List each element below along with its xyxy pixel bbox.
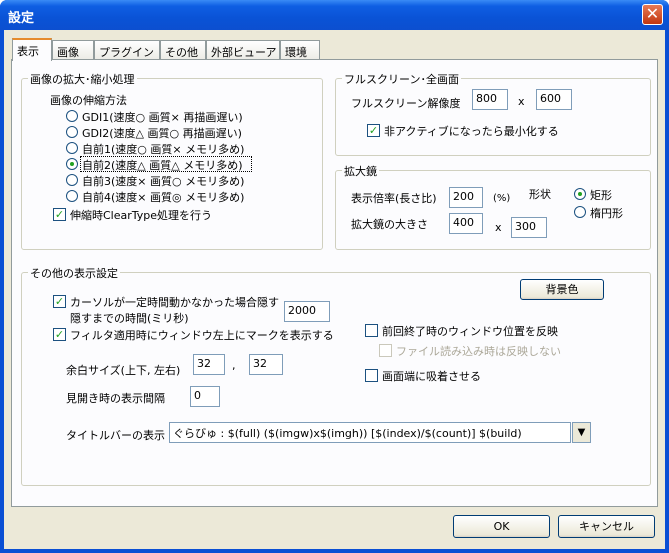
- fullscreen-group: フルスクリーン･全画面 フルスクリーン解像度 800 x 600 ✓ 非アクティ…: [335, 71, 651, 156]
- radio-gdi1[interactable]: [66, 110, 78, 122]
- chevron-down-icon[interactable]: ▼: [572, 422, 591, 443]
- background-color-button[interactable]: 背景色: [520, 279, 604, 300]
- radio-shape-ellipse[interactable]: [574, 206, 586, 218]
- radio-label: 自前4(速度× 画質◎ メモリ多め): [82, 191, 245, 204]
- hide-time-input[interactable]: 2000: [284, 301, 330, 322]
- hide-cursor-checkbox[interactable]: ✓: [53, 295, 66, 308]
- radio-self1[interactable]: [66, 142, 78, 154]
- tab-label: 環境: [285, 46, 307, 59]
- radio-label: 自前2(速度△ 画質△ メモリ多め): [82, 159, 243, 172]
- restore-position-checkbox[interactable]: [365, 324, 378, 337]
- spread-input[interactable]: 0: [190, 386, 220, 407]
- tab-label: プラグイン: [99, 46, 154, 59]
- method-title: 画像の伸縮方法: [50, 94, 127, 107]
- no-restore-on-file-checkbox[interactable]: [379, 344, 392, 357]
- tab-label: 外部ビューア: [211, 46, 277, 59]
- zoom-input[interactable]: 200: [449, 187, 483, 208]
- shape-rect-label: 矩形: [590, 189, 612, 202]
- tab-label: その他: [165, 46, 198, 59]
- size-height-input[interactable]: 300: [511, 217, 547, 238]
- comma-separator: ,: [232, 359, 236, 372]
- minimize-checkbox[interactable]: ✓: [367, 124, 380, 137]
- x-separator: x: [495, 221, 502, 234]
- fullscreen-height-input[interactable]: 600: [536, 89, 572, 110]
- tab-other[interactable]: その他: [160, 40, 206, 60]
- margin-horizontal-input[interactable]: 32: [249, 354, 283, 375]
- tab-image[interactable]: 画像: [52, 40, 94, 60]
- magnifier-group-title: 拡大鏡: [342, 163, 379, 179]
- size-label: 拡大鏡の大きさ: [351, 218, 428, 231]
- radio-self2[interactable]: [66, 158, 78, 170]
- window-title: 設定: [8, 11, 35, 26]
- resolution-label: フルスクリーン解像度: [351, 97, 461, 110]
- hide-time-label: 隠すまでの時間(ミリ秒): [70, 312, 189, 325]
- shape-ellipse-label: 楕円形: [590, 207, 623, 220]
- minimize-label: 非アクティブになったら最小化する: [384, 125, 559, 138]
- titlebar-label: タイトルバーの表示: [66, 429, 165, 442]
- dialog-client: 表示 画像 プラグイン その他 外部ビューア 環境 画像の拡大･縮小処理 画像の…: [4, 30, 665, 549]
- ok-button[interactable]: OK: [453, 515, 550, 538]
- cancel-button[interactable]: キャンセル: [558, 515, 655, 538]
- fullscreen-width-input[interactable]: 800: [472, 89, 508, 110]
- close-icon[interactable]: ✕: [642, 4, 663, 25]
- x-separator: x: [518, 95, 525, 108]
- other-group-title: その他の表示設定: [28, 265, 120, 281]
- hide-cursor-label: カーソルが一定時間動かなかった場合隠す: [70, 296, 279, 309]
- cleartype-checkbox[interactable]: ✓: [53, 208, 66, 221]
- other-display-group: その他の表示設定 ✓ カーソルが一定時間動かなかった場合隠す 隠すまでの時間(ミ…: [21, 265, 651, 486]
- tab-label: 表示: [17, 45, 39, 58]
- titlebar-format-combobox[interactable]: ぐらびゅ : $(full) ($(imgw)x$(imgh)) [$(inde…: [169, 422, 571, 443]
- shape-label: 形状: [529, 188, 551, 201]
- radio-label: 自前1(速度○ 画質× メモリ多め): [82, 143, 245, 156]
- titlebar-format-value: ぐらびゅ : $(full) ($(imgw)x$(imgh)) [$(inde…: [173, 427, 522, 440]
- title-bar[interactable]: 設定 ✕: [0, 0, 669, 30]
- tab-environment[interactable]: 環境: [280, 40, 320, 60]
- radio-gdi2[interactable]: [66, 126, 78, 138]
- scaling-group: 画像の拡大･縮小処理 画像の伸縮方法 GDI1(速度○ 画質× 再描画遅い) G…: [21, 71, 323, 250]
- radio-self3[interactable]: [66, 174, 78, 186]
- tab-label: 画像: [57, 46, 79, 59]
- margin-vertical-input[interactable]: 32: [193, 354, 225, 375]
- radio-self4[interactable]: [66, 190, 78, 202]
- snap-edge-label: 画面端に吸着させる: [382, 370, 481, 383]
- radio-label: GDI1(速度○ 画質× 再描画遅い): [82, 111, 243, 124]
- restore-position-label: 前回終了時のウィンドウ位置を反映: [382, 325, 558, 338]
- no-restore-on-file-label: ファイル読み込み時は反映しない: [396, 345, 561, 358]
- tab-external-viewer[interactable]: 外部ビューア: [206, 40, 280, 60]
- radio-shape-rect[interactable]: [574, 188, 586, 200]
- snap-edge-checkbox[interactable]: [365, 369, 378, 382]
- fullscreen-group-title: フルスクリーン･全画面: [342, 71, 461, 87]
- margin-label: 余白サイズ(上下, 左右): [66, 364, 181, 377]
- zoom-label: 表示倍率(長さ比): [351, 192, 437, 205]
- tab-display[interactable]: 表示: [12, 38, 52, 61]
- scaling-group-title: 画像の拡大･縮小処理: [28, 71, 137, 87]
- radio-label: 自前3(速度× 画質○ メモリ多め): [82, 175, 245, 188]
- settings-window: 設定 ✕ 表示 画像 プラグイン その他 外部ビューア 環境 画像の拡大･縮小処…: [0, 0, 669, 553]
- magnifier-group: 拡大鏡 表示倍率(長さ比) 200 (%) 形状 矩形 楕円形 拡大鏡の大きさ …: [335, 163, 651, 250]
- filter-mark-label: フィルタ適用時にウィンドウ左上にマークを表示する: [70, 329, 334, 342]
- cleartype-label: 伸縮時ClearType処理を行う: [70, 209, 213, 222]
- tab-plugin[interactable]: プラグイン: [94, 40, 160, 60]
- radio-label: GDI2(速度△ 画質○ 再描画遅い): [82, 127, 242, 140]
- tab-panel-display: 画像の拡大･縮小処理 画像の伸縮方法 GDI1(速度○ 画質× 再描画遅い) G…: [11, 59, 658, 507]
- filter-mark-checkbox[interactable]: ✓: [53, 328, 66, 341]
- size-width-input[interactable]: 400: [449, 213, 483, 234]
- zoom-unit: (%): [493, 193, 511, 204]
- spread-label: 見開き時の表示間隔: [66, 392, 165, 405]
